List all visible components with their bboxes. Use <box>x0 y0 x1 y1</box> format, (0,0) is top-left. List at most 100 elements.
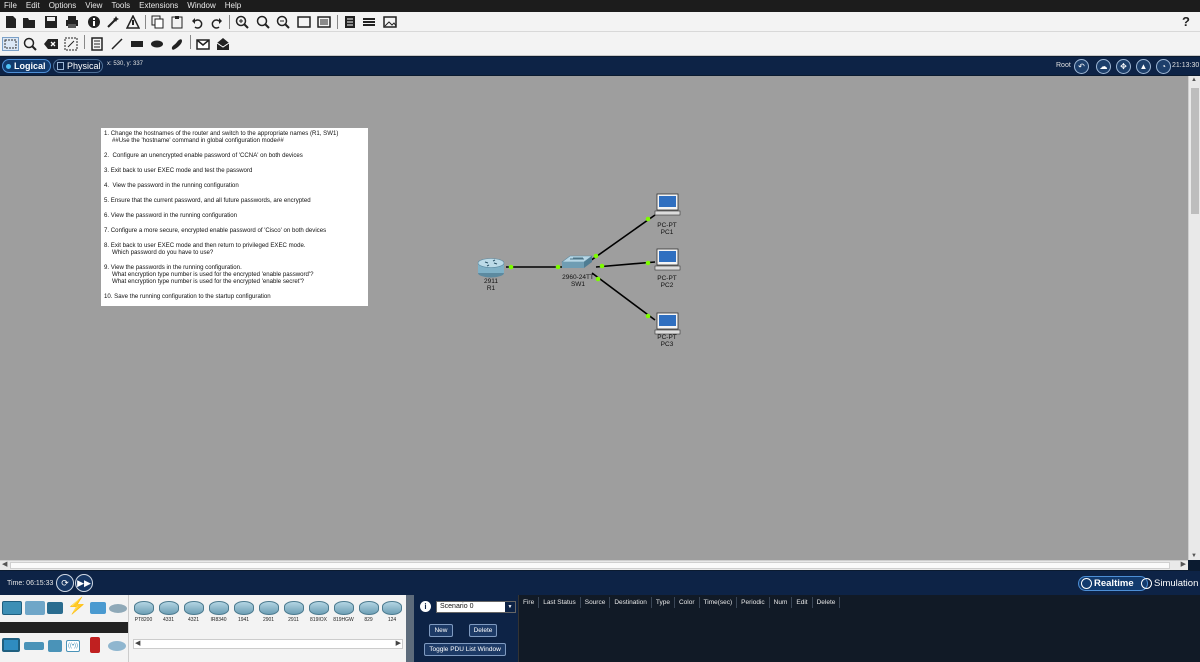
physical-tab[interactable]: Physical <box>53 59 103 73</box>
network-icon[interactable] <box>125 14 141 29</box>
zoom-reset-icon[interactable] <box>256 15 270 29</box>
drawing-palette-icon[interactable] <box>297 15 311 29</box>
pdu-column-header[interactable]: Source <box>581 597 611 608</box>
connections-icon[interactable]: ⚡ <box>67 599 87 615</box>
simulation-button[interactable]: Simulation <box>1140 576 1200 591</box>
scroll-left-icon[interactable]: ◀ <box>135 640 140 648</box>
wizard-icon[interactable] <box>106 15 120 29</box>
info-icon[interactable] <box>87 15 101 29</box>
pdu-column-header[interactable]: Time(sec) <box>700 597 738 608</box>
vertical-scrollbar[interactable]: ▲ ▼ <box>1188 76 1200 560</box>
device-model[interactable]: 4321 <box>182 601 205 623</box>
wan-emulation-icon[interactable] <box>108 641 126 651</box>
network-devices-icon[interactable] <box>2 601 22 615</box>
pdu-column-header[interactable]: Periodic <box>737 597 770 608</box>
device-model[interactable]: 819HGW <box>332 601 355 623</box>
freeform-icon[interactable] <box>170 37 184 51</box>
pc-pc3[interactable] <box>654 312 681 335</box>
menu-edit[interactable]: Edit <box>26 0 40 12</box>
device-model[interactable]: 2911 <box>282 601 305 623</box>
pc-pc1[interactable] <box>654 193 681 216</box>
ellipse-icon[interactable] <box>150 37 164 51</box>
undo-icon[interactable] <box>191 15 205 29</box>
menu-extensions[interactable]: Extensions <box>139 0 178 12</box>
pdu-column-header[interactable]: Edit <box>792 597 813 608</box>
wireless-icon[interactable]: ((•)) <box>66 640 80 652</box>
copy-icon[interactable] <box>151 15 165 29</box>
hubs-icon[interactable] <box>48 640 62 652</box>
zoom-in-icon[interactable] <box>235 15 249 29</box>
vertical-scroll-thumb[interactable] <box>1191 88 1199 214</box>
delete-scenario-button[interactable]: Delete <box>469 624 497 637</box>
complex-pdu-icon[interactable] <box>216 37 230 51</box>
model-list-scrollbar[interactable]: ◀ ▶ <box>133 639 403 649</box>
new-scenario-button[interactable]: New <box>429 624 453 637</box>
power-cycle-icon[interactable]: ⟳ <box>56 574 74 592</box>
switches-icon[interactable] <box>24 642 44 650</box>
device-model[interactable]: PT8200 <box>132 601 155 623</box>
scroll-left-icon[interactable]: ◀ <box>2 560 7 568</box>
print-icon[interactable] <box>65 15 79 29</box>
menu-window[interactable]: Window <box>187 0 215 12</box>
delete-icon[interactable] <box>43 37 58 51</box>
horizontal-scrollbar[interactable]: ◀ ▶ <box>0 560 1188 570</box>
custom-device-icon[interactable] <box>317 15 331 29</box>
device-model[interactable]: 2901 <box>257 601 280 623</box>
logical-tab[interactable]: Logical <box>2 59 51 73</box>
simple-pdu-icon[interactable] <box>196 37 210 51</box>
info-icon[interactable]: i <box>420 601 431 612</box>
open-icon[interactable] <box>22 15 36 29</box>
inspect-icon[interactable] <box>23 37 37 51</box>
router-r1[interactable] <box>477 258 505 278</box>
pdu-column-header[interactable]: Fire <box>519 597 540 608</box>
line-icon[interactable] <box>110 37 124 51</box>
redo-icon[interactable] <box>209 15 223 29</box>
help-button[interactable]: ? <box>1182 14 1190 29</box>
menu-help[interactable]: Help <box>225 0 241 12</box>
menu-file[interactable]: File <box>4 0 17 12</box>
scroll-down-icon[interactable]: ▼ <box>1191 553 1197 559</box>
scenario-select[interactable]: Scenario 0 ▼ <box>436 601 516 613</box>
components-icon[interactable] <box>47 602 63 614</box>
multiuser-icon[interactable] <box>109 604 127 613</box>
image-viewport-icon[interactable]: ▲ <box>1136 59 1151 74</box>
misc-icon[interactable] <box>90 602 106 614</box>
pdu-column-header[interactable]: Type <box>652 597 675 608</box>
cloud-icon[interactable]: ☁ <box>1096 59 1111 74</box>
pdu-column-header[interactable]: Delete <box>813 597 841 608</box>
fast-forward-icon[interactable]: ▶▶ <box>75 574 93 592</box>
select-icon[interactable] <box>2 37 19 51</box>
menu-options[interactable]: Options <box>49 0 77 12</box>
clock-icon[interactable]: ◔ <box>1156 59 1171 74</box>
device-model[interactable]: IR8340 <box>207 601 230 623</box>
device-model[interactable]: 819IOX <box>307 601 330 623</box>
routers-icon[interactable] <box>2 638 20 652</box>
device-model[interactable]: 4331 <box>157 601 180 623</box>
security-icon[interactable] <box>90 637 100 653</box>
pdu-column-header[interactable]: Destination <box>610 597 652 608</box>
toggle-pdu-list-button[interactable]: Toggle PDU List Window <box>424 643 506 656</box>
zoom-out-icon[interactable] <box>276 15 290 29</box>
new-icon[interactable] <box>4 15 18 29</box>
link-sw1-pc1[interactable] <box>589 214 656 262</box>
device-model[interactable]: 124 <box>382 601 402 623</box>
scroll-up-icon[interactable]: ▲ <box>1191 77 1197 83</box>
scroll-right-icon[interactable]: ▶ <box>1181 560 1186 568</box>
panel-divider[interactable] <box>406 595 414 662</box>
pdu-column-header[interactable]: Num <box>770 597 793 608</box>
paste-icon[interactable] <box>170 15 184 29</box>
viewport-icon[interactable] <box>362 15 376 29</box>
rectangle-icon[interactable] <box>130 37 144 51</box>
realtime-button[interactable]: Realtime <box>1078 576 1148 591</box>
device-model[interactable]: 829 <box>357 601 380 623</box>
device-model[interactable]: 1941 <box>232 601 255 623</box>
pc-pc2[interactable] <box>654 248 681 271</box>
resize-icon[interactable] <box>64 37 78 51</box>
note-icon[interactable] <box>90 37 104 51</box>
image-icon[interactable] <box>383 15 397 29</box>
link-sw1-pc3[interactable] <box>591 272 656 321</box>
horizontal-scroll-thumb[interactable] <box>10 562 1170 569</box>
switch-sw1[interactable] <box>561 255 593 268</box>
back-icon[interactable]: ↶ <box>1074 59 1089 74</box>
logical-workspace[interactable]: 1. Change the hostnames of the router an… <box>0 76 1188 560</box>
